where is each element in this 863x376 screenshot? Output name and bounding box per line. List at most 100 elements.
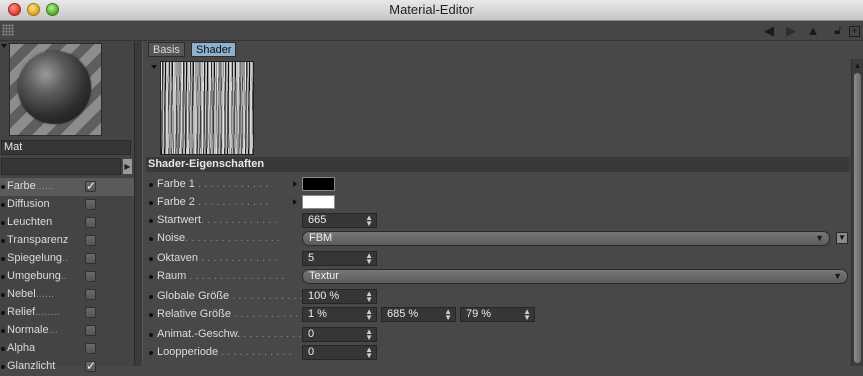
keyframe-dot[interactable] (1, 257, 5, 261)
keyframe-dot[interactable] (1, 329, 5, 333)
channel-checkbox[interactable]: ✓ (85, 360, 96, 372)
channel-item-normale[interactable]: Normale... (0, 322, 134, 340)
label: Loopperiode (157, 346, 219, 358)
channel-item-relief[interactable]: Relief........ (0, 304, 134, 322)
value: 0 (308, 346, 315, 358)
back-arrow-icon[interactable]: ◀ (762, 23, 776, 38)
animat-geschw-input[interactable]: 0 ▲ ▼ (302, 327, 377, 342)
channel-checkbox[interactable] (85, 343, 96, 354)
raum-dropdown[interactable]: Textur ▼ (302, 269, 848, 284)
preview-menu-icon[interactable] (1, 44, 7, 48)
keyframe-dot[interactable] (149, 237, 153, 241)
keyframe-dot[interactable] (149, 333, 153, 337)
keyframe-dot[interactable] (149, 295, 153, 299)
keyframe-dot[interactable] (149, 201, 153, 205)
label-dots: . . . . . . . . . . . . (218, 346, 292, 358)
startwert-input[interactable]: 665 ▲ ▼ (302, 213, 377, 228)
value: 685 % (387, 308, 419, 320)
value: Textur (309, 270, 339, 282)
vertical-scrollbar[interactable]: ▲ (851, 59, 863, 366)
channel-checkbox[interactable] (85, 235, 96, 246)
channel-checkbox[interactable] (85, 271, 96, 282)
keyframe-dot[interactable] (149, 275, 153, 279)
globale-groesse-input[interactable]: 100 % ▲ ▼ (302, 289, 377, 304)
material-field-arrow-button[interactable]: ▶ (122, 158, 133, 175)
channel-item-glanzlicht[interactable]: Glanzlicht ✓ (0, 358, 134, 376)
spinner-icon[interactable]: ▲ ▼ (444, 308, 452, 322)
channel-checkbox[interactable] (85, 253, 96, 264)
value: 79 % (466, 308, 492, 320)
spinner-icon[interactable]: ▲ ▼ (365, 308, 373, 322)
keyframe-dot[interactable] (149, 257, 153, 261)
label: Oktaven (157, 252, 198, 264)
keyframe-dot[interactable] (1, 239, 5, 243)
section-header: Shader-Eigenschaften (146, 157, 850, 172)
material-preview[interactable] (9, 43, 102, 136)
lock-icon[interactable]: 🔓︎ (831, 23, 845, 38)
channel-item-diffusion[interactable]: Diffusion (0, 196, 134, 214)
channel-checkbox[interactable] (85, 307, 96, 318)
row-noise: Noise. . . . . . . . . . . . . . . . FBM… (146, 230, 850, 248)
channel-label: Spiegelung (7, 252, 63, 264)
channel-item-nebel[interactable]: Nebel...... (0, 286, 134, 304)
loopperiode-input[interactable]: 0 ▲ ▼ (302, 345, 377, 360)
channel-item-farbe[interactable]: Farbe...... ✓ (0, 178, 134, 196)
channel-item-transparenz[interactable]: Transparenz (0, 232, 134, 250)
keyframe-dot[interactable] (1, 347, 5, 351)
scroll-up-icon[interactable]: ▲ (853, 61, 862, 70)
keyframe-dot[interactable] (149, 219, 153, 223)
tab-shader[interactable]: Shader (191, 42, 237, 57)
keyframe-dot[interactable] (149, 183, 153, 187)
pane-divider[interactable] (134, 41, 143, 366)
keyframe-dot[interactable] (1, 221, 5, 225)
oktaven-input[interactable]: 5 ▲ ▼ (302, 251, 377, 266)
shader-preview-menu-icon[interactable] (151, 65, 157, 69)
relative-groesse-x-input[interactable]: 1 % ▲ ▼ (302, 307, 377, 322)
channel-checkbox[interactable]: ✓ (85, 180, 96, 192)
channel-label: Farbe (7, 180, 36, 192)
keyframe-dot[interactable] (1, 275, 5, 279)
keyframe-dot[interactable] (149, 313, 153, 317)
channel-checkbox[interactable] (85, 325, 96, 336)
keyframe-dot[interactable] (1, 311, 5, 315)
channel-dots: ... (48, 324, 58, 336)
spinner-icon[interactable]: ▲ ▼ (523, 308, 531, 322)
channel-checkbox[interactable] (85, 217, 96, 228)
scrollbar-thumb[interactable] (854, 73, 861, 363)
new-window-icon[interactable]: + (849, 26, 860, 37)
material-layer-field[interactable] (1, 158, 121, 175)
noise-info-button[interactable]: ▼ (836, 232, 848, 244)
up-arrow-icon[interactable]: ▲ (806, 23, 820, 38)
grip-icon[interactable] (2, 24, 14, 36)
color2-swatch[interactable] (302, 195, 335, 209)
channel-checkbox[interactable] (85, 199, 96, 210)
channel-label: Relief (7, 306, 36, 318)
forward-arrow-icon[interactable]: ▶ (784, 23, 798, 38)
channel-item-spiegelung[interactable]: Spiegelung.. (0, 250, 134, 268)
spinner-icon[interactable]: ▲ ▼ (365, 290, 373, 304)
channel-item-umgebung[interactable]: Umgebung.. (0, 268, 134, 286)
material-name-field[interactable]: Mat (1, 140, 131, 155)
spinner-icon[interactable]: ▲ ▼ (365, 346, 373, 360)
keyframe-dot[interactable] (149, 351, 153, 355)
keyframe-dot[interactable] (1, 185, 5, 189)
channel-item-leuchten[interactable]: Leuchten (0, 214, 134, 232)
noise-dropdown[interactable]: FBM ▼ (302, 231, 830, 246)
channel-label: Glanzlicht (7, 360, 56, 372)
label-dots: . . . . . . . . . . . . (194, 178, 269, 190)
spinner-icon[interactable]: ▲ ▼ (365, 328, 373, 342)
color1-swatch[interactable] (302, 177, 335, 191)
expand-arrow-icon[interactable] (293, 181, 297, 187)
material-sphere (18, 51, 91, 124)
spinner-icon[interactable]: ▲ ▼ (365, 214, 373, 228)
relative-groesse-z-input[interactable]: 79 % ▲ ▼ (460, 307, 535, 322)
keyframe-dot[interactable] (1, 293, 5, 297)
keyframe-dot[interactable] (1, 203, 5, 207)
spinner-icon[interactable]: ▲ ▼ (365, 252, 373, 266)
channel-item-alpha[interactable]: Alpha (0, 340, 134, 358)
channel-checkbox[interactable] (85, 289, 96, 300)
relative-groesse-y-input[interactable]: 685 % ▲ ▼ (381, 307, 456, 322)
tab-basis[interactable]: Basis (148, 42, 185, 57)
expand-arrow-icon[interactable] (293, 199, 297, 205)
row-globale-groesse: Globale Größe . . . . . . . . . . . . 10… (146, 288, 850, 306)
